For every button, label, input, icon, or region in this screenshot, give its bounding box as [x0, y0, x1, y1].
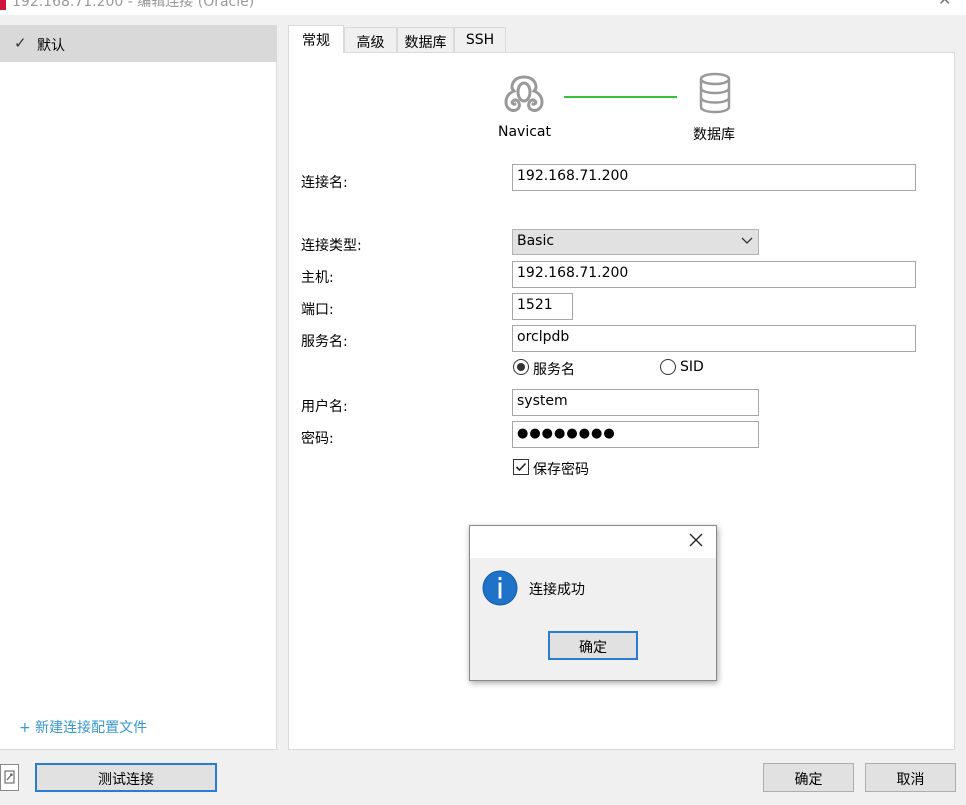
window-title: 192.168.71.200 - 编辑连接 (Oracle) — [12, 0, 255, 10]
username-input[interactable]: system — [512, 389, 759, 416]
service-name-label: 服务名: — [301, 334, 348, 350]
radio-service-name[interactable] — [513, 359, 529, 375]
service-name-input[interactable]: orclpdb — [512, 325, 916, 352]
radio-sid[interactable] — [660, 359, 676, 375]
checkmark-icon — [515, 462, 527, 472]
check-icon: ✓ — [14, 34, 27, 52]
tab-advanced[interactable]: 高级 — [344, 27, 397, 52]
connection-line — [564, 96, 677, 98]
password-label: 密码: — [301, 431, 334, 447]
title-bar: 192.168.71.200 - 编辑连接 (Oracle) ✕ — [0, 0, 966, 15]
save-password-checkbox[interactable] — [513, 459, 529, 475]
success-dialog: 连接成功 确定 — [469, 525, 717, 681]
port-label: 端口: — [301, 302, 334, 318]
host-label: 主机: — [301, 270, 334, 286]
database-icon — [699, 72, 731, 114]
navicat-logo-icon — [504, 75, 544, 112]
app-icon — [0, 0, 6, 10]
dialog-ok-button[interactable]: 确定 — [548, 631, 638, 660]
connection-type-select[interactable]: Basic — [512, 229, 759, 255]
info-icon — [482, 570, 518, 606]
window-close-button[interactable]: ✕ — [938, 0, 951, 9]
document-link-icon — [4, 770, 15, 784]
profile-list: ✓ 默认 + 新建连接配置文件 — [0, 25, 277, 750]
connection-name-label: 连接名: — [301, 175, 348, 191]
profile-item-label: 默认 — [37, 38, 65, 54]
profile-item-default[interactable]: ✓ 默认 — [0, 26, 276, 62]
dialog-message: 连接成功 — [529, 582, 585, 598]
database-label: 数据库 — [693, 127, 735, 143]
cancel-button[interactable]: 取消 — [865, 763, 956, 792]
ok-button[interactable]: 确定 — [763, 763, 854, 792]
password-input[interactable]: ●●●●●●●● — [512, 421, 759, 448]
test-connection-button[interactable]: 测试连接 — [35, 763, 217, 792]
radio-sid-label: SID — [680, 359, 704, 375]
radio-service-name-label: 服务名 — [533, 362, 575, 378]
connection-info-button[interactable] — [0, 764, 19, 791]
tab-ssh[interactable]: SSH — [454, 27, 506, 52]
username-label: 用户名: — [301, 399, 348, 415]
tab-general[interactable]: 常规 — [288, 25, 344, 53]
connection-name-input[interactable]: 192.168.71.200 — [512, 164, 916, 191]
save-password-label: 保存密码 — [533, 462, 589, 478]
tab-database[interactable]: 数据库 — [397, 27, 454, 52]
navicat-label: Navicat — [498, 124, 551, 140]
new-profile-link[interactable]: + 新建连接配置文件 — [19, 717, 147, 737]
chevron-down-icon — [741, 237, 753, 244]
dialog-title-bar — [470, 526, 716, 558]
close-icon[interactable] — [688, 532, 704, 548]
host-input[interactable]: 192.168.71.200 — [512, 261, 916, 288]
port-input[interactable]: 1521 — [512, 293, 573, 320]
connection-type-label: 连接类型: — [301, 238, 362, 254]
